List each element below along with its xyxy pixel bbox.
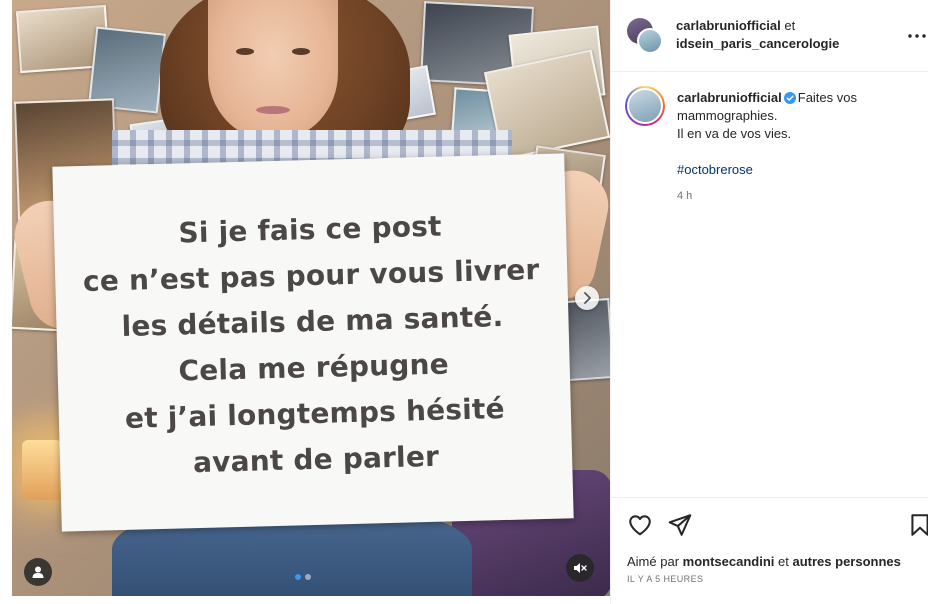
bookmark-icon [911, 514, 928, 536]
carousel-next-button[interactable] [575, 286, 599, 310]
caption-username-link[interactable]: carlabrunio­fficial [677, 90, 782, 105]
sign-line: Cela me répugne [178, 346, 450, 388]
collaborator-username-link[interactable]: idsein_paris_cancerologie [676, 36, 839, 51]
post-authors: carlabrunio­fficial et idsein_paris_canc… [676, 17, 839, 53]
lips [256, 106, 290, 114]
mute-toggle-button[interactable] [566, 554, 594, 582]
hashtag-link[interactable]: #octobrerose [677, 161, 917, 179]
save-button[interactable] [907, 512, 928, 538]
carousel-dot-active [295, 574, 301, 580]
avatar[interactable] [637, 28, 663, 54]
likes-summary: Aimé par montsecandini et autres personn… [627, 554, 901, 569]
more-options-button[interactable] [907, 26, 927, 46]
person-face [208, 0, 338, 140]
like-button[interactable] [627, 512, 653, 538]
caption-text: Il en va de vos vies. [677, 126, 792, 141]
post-details-panel: carlabrunio­fficial et idsein_paris_canc… [610, 0, 928, 604]
sign-line: avant de parler [192, 439, 440, 479]
more-icon [908, 34, 926, 38]
carousel-indicator [295, 574, 311, 580]
caption-timestamp[interactable]: 4 h [677, 187, 917, 205]
tagged-users-button[interactable] [24, 558, 52, 586]
sign-line: et j’ai longtemps hésité [124, 391, 506, 435]
user-tag-icon [32, 566, 44, 578]
caption-avatar[interactable] [625, 86, 665, 126]
heart-icon [629, 515, 651, 536]
eye [292, 48, 310, 55]
author-username-link[interactable]: carlabrunio­fficial [676, 18, 781, 33]
likes-connector: et [778, 554, 789, 569]
liker-username-link[interactable]: montsecandini [683, 554, 775, 569]
caption-body: carlabrunio­fficial Faites vos mammograp… [677, 89, 917, 205]
collab-avatars[interactable] [627, 18, 663, 54]
likes-prefix: Aimé par [627, 554, 680, 569]
post-actions: Aimé par montsecandini et autres personn… [611, 497, 928, 604]
verified-badge-icon [783, 92, 796, 104]
volume-muted-icon [574, 563, 587, 573]
post-header: carlabrunio­fficial et idsein_paris_canc… [611, 0, 928, 72]
post-date[interactable]: IL Y A 5 HEURES [627, 574, 703, 584]
carousel-dot [305, 574, 311, 580]
candle [22, 440, 62, 500]
sign-line: Si je fais ce post [178, 209, 443, 249]
chevron-right-icon [584, 292, 591, 304]
share-icon [668, 514, 692, 536]
share-button[interactable] [667, 512, 693, 538]
avatar[interactable] [627, 88, 663, 124]
handwritten-sign: Si je fais ce post ce n’est pas pour vou… [52, 153, 574, 532]
post-media[interactable]: Si je fais ce post ce n’est pas pour vou… [12, 0, 610, 596]
eye [236, 48, 254, 55]
authors-connector: et [784, 18, 796, 33]
other-likers-link[interactable]: autres personnes [793, 554, 901, 569]
